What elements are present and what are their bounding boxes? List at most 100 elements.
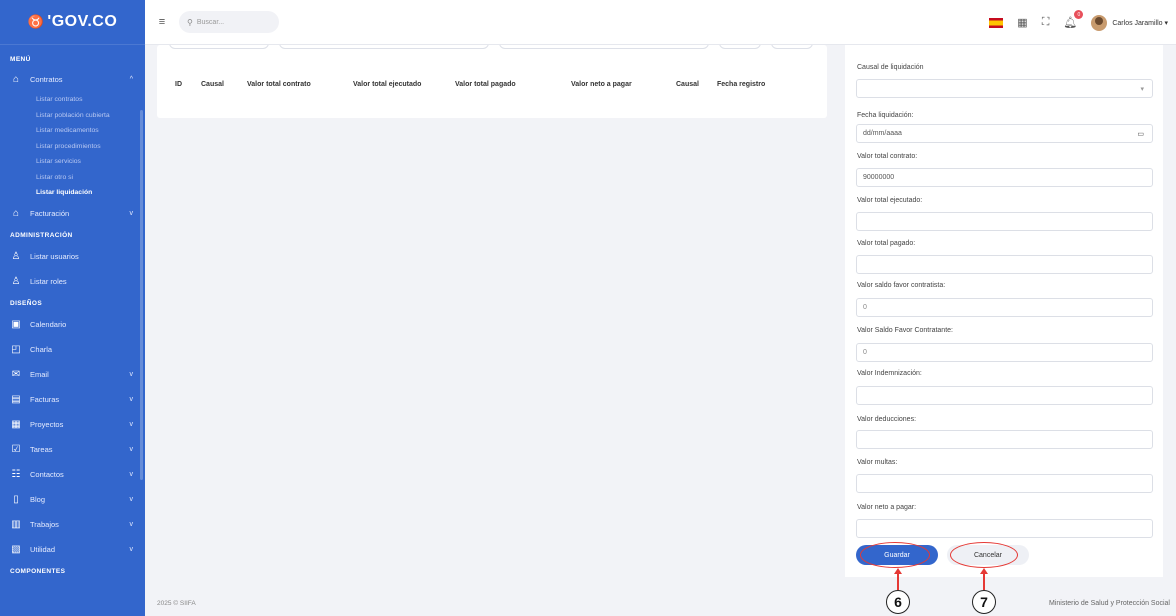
deducciones-label: Valor deducciones: — [857, 416, 917, 423]
section-title-componentes: COMPONENTES — [10, 568, 66, 575]
user-menu[interactable]: Carlos Jaramillo ▾ — [1112, 19, 1168, 27]
fecha-field[interactable]: dd/mm/aaaa ▭ — [856, 124, 1153, 143]
apps-grid-icon[interactable]: ▦ — [1017, 16, 1027, 29]
sidebar-item-contratos[interactable]: ⌂ Contratos ^ — [0, 67, 145, 92]
fullscreen-icon[interactable]: ⛶ — [1042, 16, 1050, 29]
search-input[interactable]: ⚲ Buscar... — [179, 11, 279, 33]
sidebar-item-facturacion[interactable]: ⌂ Facturación v — [0, 201, 145, 226]
chevron-down-icon: v — [129, 470, 134, 478]
column-header[interactable]: Valor neto a pagar — [571, 81, 632, 88]
sidebar-item-trabajos[interactable]: ▥ Trabajos v — [0, 512, 145, 537]
column-header[interactable]: Causal — [676, 81, 699, 88]
chevron-up-icon: ^ — [129, 76, 133, 83]
sidebar-item-calendario[interactable]: ▣ Calendario — [0, 312, 145, 337]
sidebar-item-label: Contratos — [30, 75, 63, 84]
sidebar-item-label: Tareas — [30, 444, 53, 454]
footer-copyright: 2025 © SIIFA — [157, 600, 196, 607]
spain-flag-icon[interactable] — [989, 17, 1004, 28]
chevron-down-icon: v — [129, 420, 134, 428]
govco-logo[interactable]: ♉ 'GOV.CO — [0, 0, 145, 45]
sidebar-subitem[interactable]: Listar contratos — [0, 92, 145, 108]
sidebar-item-tareas[interactable]: ☑ Tareas v — [0, 437, 145, 462]
column-header[interactable]: Valor total contrato — [247, 81, 311, 88]
filter-field[interactable] — [169, 45, 269, 49]
column-header[interactable]: Valor total pagado — [455, 81, 516, 88]
chevron-down-icon: v — [129, 545, 134, 553]
indemnizacion-label: Valor Indemnización: — [857, 370, 922, 377]
sidebar-subitem[interactable]: Listar medicamentos — [0, 123, 145, 139]
sidebar-item-label: Listar usuarios — [30, 251, 79, 261]
column-header[interactable]: Causal — [201, 81, 224, 88]
sidebar-subitem[interactable]: Listar servicios — [0, 154, 145, 170]
deducciones-field[interactable] — [856, 430, 1153, 449]
chevron-down-icon: v — [129, 520, 134, 528]
invoice-icon: ▤ — [11, 393, 21, 405]
blog-icon: ▯ — [13, 493, 19, 505]
sidebar-subitem[interactable]: Listar otro si — [0, 170, 145, 186]
saldo-contratista-field[interactable]: 0 — [856, 298, 1153, 317]
sidebar: ♉ 'GOV.CO MENÚ ⌂ Contratos ^ Listar cont… — [0, 0, 145, 616]
notification-bell-icon[interactable]: 🔔︎ 0 — [1063, 10, 1084, 29]
save-arrow-head — [894, 568, 902, 574]
filter-button[interactable] — [719, 45, 761, 49]
section-title-administracion: ADMINISTRACIÓN — [10, 232, 73, 239]
sidebar-item-listar-usuarios[interactable]: ♙ Listar usuarios — [0, 244, 145, 269]
sidebar-subitem[interactable]: Listar procedimientos — [0, 139, 145, 155]
sidebar-item-label: Trabajos — [30, 519, 59, 529]
sidebar-subitem[interactable]: Listar población cubierta — [0, 108, 145, 124]
filter-button[interactable] — [771, 45, 813, 49]
multas-field[interactable] — [856, 474, 1153, 493]
search-icon: ⚲ — [187, 17, 193, 27]
liquidation-form-panel: Causal de liquidación ▾ Fecha liquidació… — [845, 45, 1163, 577]
saldo-contratante-value: 0 — [863, 349, 867, 356]
section-title-disenos: DISEÑOS — [10, 300, 43, 307]
fecha-label: Fecha liquidación: — [857, 112, 914, 119]
indemnizacion-field[interactable] — [856, 386, 1153, 405]
sidebar-item-facturas[interactable]: ▤ Facturas v — [0, 387, 145, 412]
govco-logo-icon: ♉ — [27, 14, 45, 29]
liquidation-table-card: ID Causal Valor total contrato Valor total … — [157, 45, 827, 118]
sidebar-item-label: Facturación — [30, 208, 70, 218]
save-arrow-line — [897, 574, 899, 590]
sidebar-item-label: Facturas — [30, 394, 60, 404]
sidebar-item-listar-roles[interactable]: ♙ Listar roles — [0, 269, 145, 294]
column-header[interactable]: ID — [175, 81, 182, 88]
total-contrato-label: Valor total contrato: — [857, 153, 918, 160]
multas-label: Valor multas: — [857, 459, 898, 466]
column-header[interactable]: Fecha registro — [717, 81, 765, 88]
filter-field[interactable] — [499, 45, 709, 49]
calendar-icon[interactable]: ▭ — [1137, 130, 1144, 138]
sidebar-item-label: Contactos — [30, 469, 64, 479]
callout-number-6: 6 — [886, 590, 910, 614]
filter-field[interactable] — [279, 45, 489, 49]
jobs-icon: ▥ — [11, 518, 21, 530]
total-contrato-field[interactable]: 90000000 — [856, 168, 1153, 187]
search-placeholder: Buscar... — [196, 18, 225, 26]
calendar-icon: ▣ — [11, 318, 21, 330]
sidebar-subitem[interactable]: Listar liquidación — [0, 185, 145, 201]
sidebar-item-contactos[interactable]: ☷ Contactos v — [0, 462, 145, 487]
disenos-menu: ▣ Calendario ◰ Charla ✉ Email v ▤ Facturas v ▦ Proy… — [0, 312, 145, 562]
saldo-contratante-field[interactable]: 0 — [856, 343, 1153, 362]
sidebar-item-proyectos[interactable]: ▦ Proyectos v — [0, 412, 145, 437]
sidebar-item-utilidad[interactable]: ▧ Utilidad v — [0, 537, 145, 562]
chevron-down-icon: v — [129, 370, 134, 378]
sidebar-item-label: Blog — [30, 494, 46, 504]
topbar: ≡ ⚲ Buscar... ▦ ⛶ 🔔︎ 0 Carlos Jaramillo ▾ — [145, 0, 1176, 45]
sidebar-item-label: Charla — [30, 344, 53, 354]
causal-select[interactable]: ▾ — [856, 79, 1153, 98]
sidebar-item-charla[interactable]: ◰ Charla — [0, 337, 145, 362]
avatar[interactable] — [1091, 14, 1108, 31]
fecha-field-value: dd/mm/aaaa — [863, 130, 902, 137]
hamburger-menu-icon[interactable]: ≡ — [155, 16, 169, 28]
contacts-icon: ☷ — [11, 468, 21, 480]
column-header[interactable]: Valor total ejecutado — [353, 81, 421, 88]
sidebar-item-email[interactable]: ✉ Email v — [0, 362, 145, 387]
total-ejecutado-field[interactable] — [856, 212, 1153, 231]
neto-field[interactable] — [856, 519, 1153, 538]
sidebar-item-blog[interactable]: ▯ Blog v — [0, 487, 145, 512]
total-pagado-field[interactable] — [856, 255, 1153, 274]
total-pagado-label: Valor total pagado: — [857, 240, 916, 247]
sidebar-scrollbar[interactable] — [140, 110, 143, 480]
tasks-icon: ☑ — [11, 443, 21, 455]
